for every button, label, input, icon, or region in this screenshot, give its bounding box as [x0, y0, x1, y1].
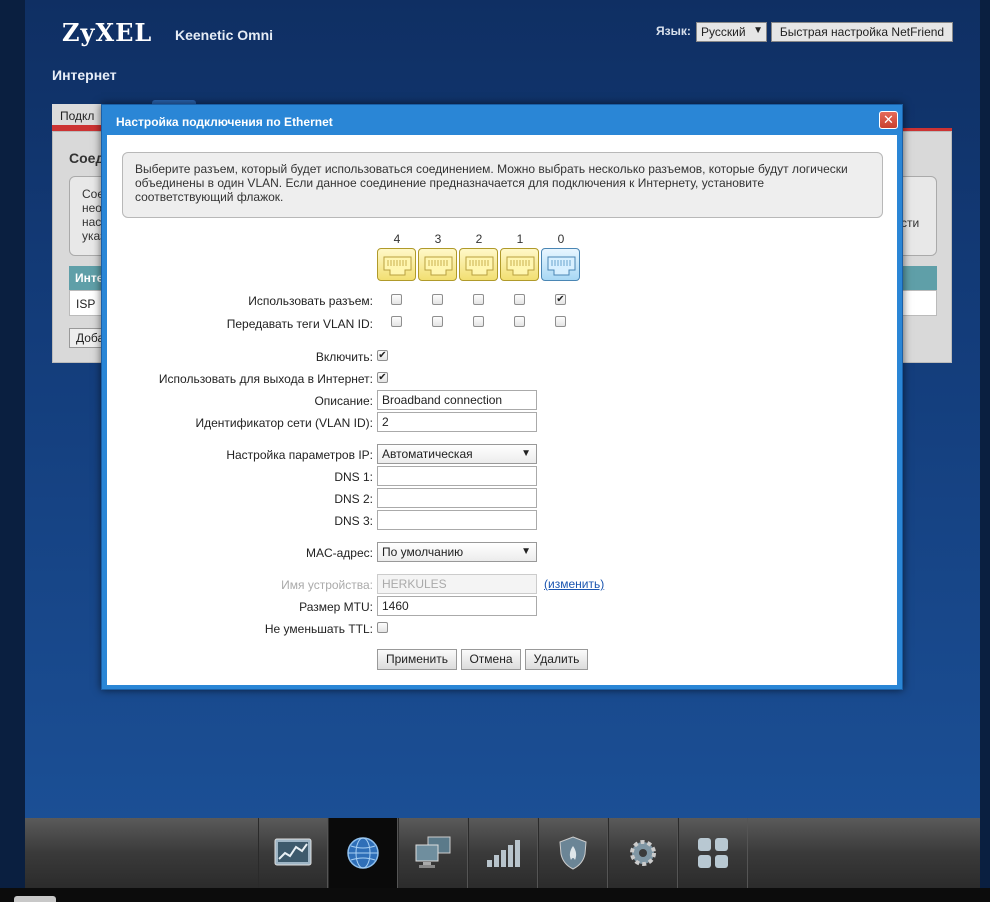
internet-globe-icon	[347, 837, 379, 869]
vlan-tags-label: Передавать теги VLAN ID:	[226, 317, 373, 331]
language-select[interactable]: Русский ▼	[696, 22, 767, 42]
lan-port-icon	[418, 248, 457, 281]
ethernet-settings-dialog: Настройка подключения по Ethernet ✕ Выбе…	[101, 104, 903, 690]
nav-monitor[interactable]	[258, 818, 328, 888]
description-label: Описание:	[314, 394, 373, 408]
apps-grid-icon	[698, 838, 728, 868]
lan-port-icon	[459, 248, 498, 281]
port-number: 2	[475, 232, 483, 246]
dns3-label: DNS 3:	[334, 514, 373, 528]
language-label: Язык:	[656, 24, 691, 38]
mtu-label: Размер MTU:	[299, 600, 373, 614]
dns2-label: DNS 2:	[334, 492, 373, 506]
security-shield-icon	[559, 836, 587, 870]
taskbar-strip	[0, 888, 990, 902]
use-port-4-checkbox[interactable]	[391, 294, 402, 305]
port-number: 3	[434, 232, 442, 246]
taskbar-tab[interactable]	[14, 896, 56, 902]
device-name-label: Имя устройства:	[281, 578, 373, 592]
quick-setup-button[interactable]: Быстрая настройка NetFriend	[771, 22, 953, 42]
nav-security[interactable]	[538, 818, 608, 888]
use-port-1-checkbox[interactable]	[514, 294, 525, 305]
change-device-name-link[interactable]: (изменить)	[544, 577, 604, 591]
ip-settings-value: Автоматическая	[382, 447, 473, 461]
nav-settings[interactable]	[608, 818, 678, 888]
model-name: Keenetic Omni	[175, 27, 274, 43]
dns3-input[interactable]	[377, 510, 537, 530]
apply-button[interactable]: Применить	[377, 649, 457, 670]
hint-line: Выберите разъем, который будет использов…	[135, 162, 848, 176]
vlan-tag-3-checkbox[interactable]	[432, 316, 443, 327]
port-number: 4	[393, 232, 401, 246]
dns2-input[interactable]	[377, 488, 537, 508]
monitor-icon	[274, 838, 312, 866]
mac-address-label: MAC-адрес:	[305, 546, 373, 560]
cancel-button[interactable]: Отмена	[461, 649, 521, 670]
vlan-tag-4-checkbox[interactable]	[391, 316, 402, 327]
use-port-2-checkbox[interactable]	[473, 294, 484, 305]
vlan-tag-1-checkbox[interactable]	[514, 316, 525, 327]
hint-line: соответствующий флажок.	[135, 190, 284, 204]
info-line: нео	[82, 201, 102, 215]
enable-checkbox[interactable]: ✔	[377, 350, 388, 361]
internet-access-checkbox[interactable]: ✔	[377, 372, 388, 383]
ttl-checkbox[interactable]	[377, 622, 388, 633]
dialog-body: Выберите разъем, который будет использов…	[107, 135, 897, 685]
info-line: нас	[82, 215, 102, 229]
use-port-3-checkbox[interactable]	[432, 294, 443, 305]
device-name-input	[377, 574, 537, 594]
mac-address-select[interactable]: По умолчанию ▼	[377, 542, 537, 562]
home-network-icon	[415, 836, 451, 868]
info-line-right: сти	[901, 216, 920, 230]
port-number: 1	[516, 232, 524, 246]
nav-apps[interactable]	[678, 818, 748, 888]
vlan-tag-2-checkbox[interactable]	[473, 316, 484, 327]
lan-port-icon	[500, 248, 539, 281]
use-port-label: Использовать разъем:	[248, 294, 373, 308]
close-icon[interactable]: ✕	[879, 111, 898, 129]
description-input[interactable]	[377, 390, 537, 410]
mac-address-value: По умолчанию	[382, 545, 464, 559]
zyxel-logo: ZyXEL	[62, 18, 153, 47]
lan-port-icon	[377, 248, 416, 281]
ip-settings-label: Настройка параметров IP:	[226, 448, 373, 462]
vlan-id-input[interactable]	[377, 412, 537, 432]
language-value: Русский	[701, 25, 746, 39]
ttl-label: Не уменьшать TTL:	[264, 622, 373, 636]
enable-label: Включить:	[315, 350, 373, 364]
window-left-edge	[0, 0, 25, 902]
dns1-label: DNS 1:	[334, 470, 373, 484]
dialog-title: Настройка подключения по Ethernet	[116, 115, 333, 129]
use-port-0-checkbox[interactable]: ✔	[555, 294, 566, 305]
chevron-down-icon: ▼	[753, 25, 763, 36]
vlan-id-label: Идентификатор сети (VLAN ID):	[195, 416, 374, 430]
dns1-input[interactable]	[377, 466, 537, 486]
panel-title: Соед	[69, 150, 105, 166]
port-number: 0	[557, 232, 565, 246]
nav-wifi[interactable]	[468, 818, 538, 888]
internet-access-label: Использовать для выхода в Интернет:	[158, 372, 373, 386]
bottom-nav-bar	[25, 818, 980, 888]
chevron-down-icon: ▼	[521, 546, 531, 557]
delete-button[interactable]: Удалить	[525, 649, 588, 670]
mtu-input[interactable]	[377, 596, 537, 616]
window-right-edge	[980, 0, 990, 902]
hint-box: Выберите разъем, который будет использов…	[122, 152, 883, 218]
settings-gear-icon	[630, 840, 656, 866]
page-title: Интернет	[52, 67, 117, 83]
tab-connections[interactable]: Подкл	[60, 109, 94, 123]
chevron-down-icon: ▼	[521, 448, 531, 459]
nav-internet[interactable]	[328, 818, 398, 888]
hint-line: объединены в один VLAN. Если данное соед…	[135, 176, 765, 190]
vlan-tag-0-checkbox[interactable]	[555, 316, 566, 327]
nav-home-network[interactable]	[398, 818, 468, 888]
wifi-signal-icon	[487, 840, 520, 867]
ip-settings-select[interactable]: Автоматическая ▼	[377, 444, 537, 464]
wan-port-icon	[541, 248, 580, 281]
